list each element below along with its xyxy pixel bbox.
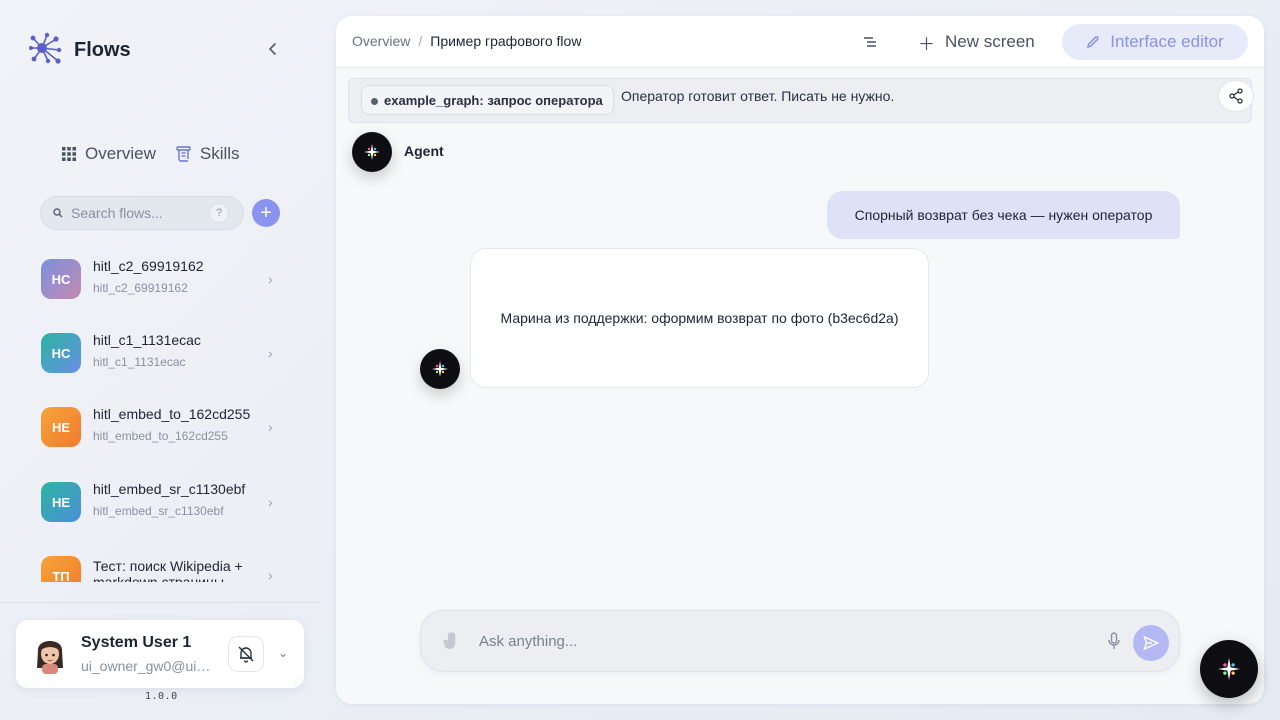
outline-button[interactable] [860,32,880,52]
collapse-sidebar-button[interactable] [262,38,284,60]
user-email: ui_owner_gw0@ui_... [81,658,213,674]
flow-avatar: HC [41,333,81,373]
app-version: 1.0.0 [145,691,178,702]
notifications-button[interactable] [228,636,264,672]
flow-item[interactable]: ТП Тест: поиск Wikipedia + markdown стра… [24,545,296,582]
chevron-right-icon: › [268,419,273,435]
chevron-right-icon: › [268,345,273,361]
flow-item[interactable]: HE hitl_embed_to_162cd255 hitl_embed_to_… [24,396,296,458]
share-button[interactable] [1218,80,1254,112]
search-box: ? [40,196,244,230]
plus-icon: ＋ [918,34,935,54]
nav-overview-label: Overview [85,144,156,163]
flow-avatar: HE [41,482,81,522]
new-screen-button[interactable]: ＋ New screen [918,28,1035,56]
breadcrumb-separator: / [418,33,423,49]
sparkle-icon [432,361,448,377]
user-message: Спорный возврат без чека — нужен операто… [827,191,1180,239]
interface-editor-button[interactable]: Interface editor [1062,24,1248,60]
agent-message: Марина из поддержки: оформим возврат по … [470,248,929,388]
flow-list: HC hitl_c2_69919162 hitl_c2_69919162 › H… [24,244,296,582]
flow-item[interactable]: HE hitl_embed_sr_c1130ebf hitl_embed_sr_… [24,471,296,533]
interface-editor-label: Interface editor [1110,32,1224,51]
main-panel: Overview / Пример графового flow ＋ New s… [336,16,1264,704]
breadcrumb: Overview / Пример графового flow [352,33,581,49]
send-button[interactable] [1133,625,1169,661]
search-icon [53,208,63,218]
assistant-fab-button[interactable] [1200,640,1258,698]
flow-avatar: HE [41,407,81,447]
sidebar-divider [0,602,320,603]
chevron-right-icon: › [268,271,273,287]
sparkle-icon [1218,658,1240,680]
flow-item[interactable]: HC hitl_c2_69919162 hitl_c2_69919162 › [24,248,296,310]
bell-off-icon [238,646,254,663]
search-input[interactable] [71,205,201,221]
flow-item[interactable]: HC hitl_c1_1131ecac hitl_c1_1131ecac › [24,322,296,384]
chat-input[interactable] [479,629,1079,653]
avatar [32,634,68,674]
share-icon [1229,88,1243,104]
flow-title: hitl_c1_1131ecac [93,332,201,348]
sidebar-nav: Overview Skills [62,144,240,164]
flow-title: hitl_c2_69919162 [93,258,204,274]
status-text: Оператор готовит ответ. Писать не нужно. [621,88,895,104]
agent-name: Agent [404,143,444,159]
scroll-icon [176,146,191,162]
flow-avatar: ТП [41,556,81,582]
flow-title: hitl_embed_sr_c1130ebf [93,481,246,497]
send-icon [1143,635,1159,651]
status-banner: example_graph: запрос оператора Оператор… [348,78,1254,123]
agent-avatar [352,132,392,172]
status-chip: example_graph: запрос оператора [361,85,614,115]
grid-icon [62,147,76,161]
nav-overview[interactable]: Overview [62,144,156,164]
breadcrumb-overview-link[interactable]: Overview [352,33,410,49]
flow-avatar: HC [41,259,81,299]
flow-title: Тест: поиск Wikipedia + markdown страниц… [93,558,243,582]
brand-title: Flows [74,39,131,61]
flow-subtitle: hitl_c2_69919162 [93,281,188,295]
nav-skills-label: Skills [199,144,240,163]
flows-logo-icon [28,30,64,71]
microphone-icon[interactable] [1107,632,1121,650]
brand[interactable]: Flows [28,30,131,71]
chevron-right-icon: › [268,494,273,510]
flow-subtitle: hitl_embed_sr_c1130ebf [93,504,224,518]
list-indent-icon [864,37,876,47]
chevron-left-icon [268,43,276,55]
status-chip-label: example_graph: запрос оператора [384,92,603,108]
chevron-right-icon: › [268,567,273,582]
hand-icon[interactable] [443,631,459,651]
topbar: Overview / Пример графового flow ＋ New s… [336,16,1264,68]
composer [420,610,1180,672]
sidebar: Flows Overview Skills ? + HC h [0,0,320,720]
user-name: System User 1 [81,634,192,651]
flow-subtitle: hitl_embed_to_162cd255 [93,429,228,443]
sparkle-icon [364,144,380,160]
agent-avatar [420,349,460,389]
add-flow-button[interactable]: + [252,199,280,227]
flow-title: hitl_embed_to_162cd255 [93,406,251,422]
new-screen-label: New screen [945,32,1035,51]
flow-subtitle: hitl_c1_1131ecac [93,355,186,369]
status-dot-icon [371,98,378,105]
breadcrumb-current: Пример графового flow [430,33,582,49]
search-help-badge[interactable]: ? [209,203,229,223]
chevron-down-icon[interactable]: ⌄ [278,646,288,660]
nav-skills[interactable]: Skills [176,144,240,164]
pencil-icon [1087,36,1099,49]
user-card[interactable]: System User 1 ui_owner_gw0@ui_... ⌄ [16,620,304,688]
